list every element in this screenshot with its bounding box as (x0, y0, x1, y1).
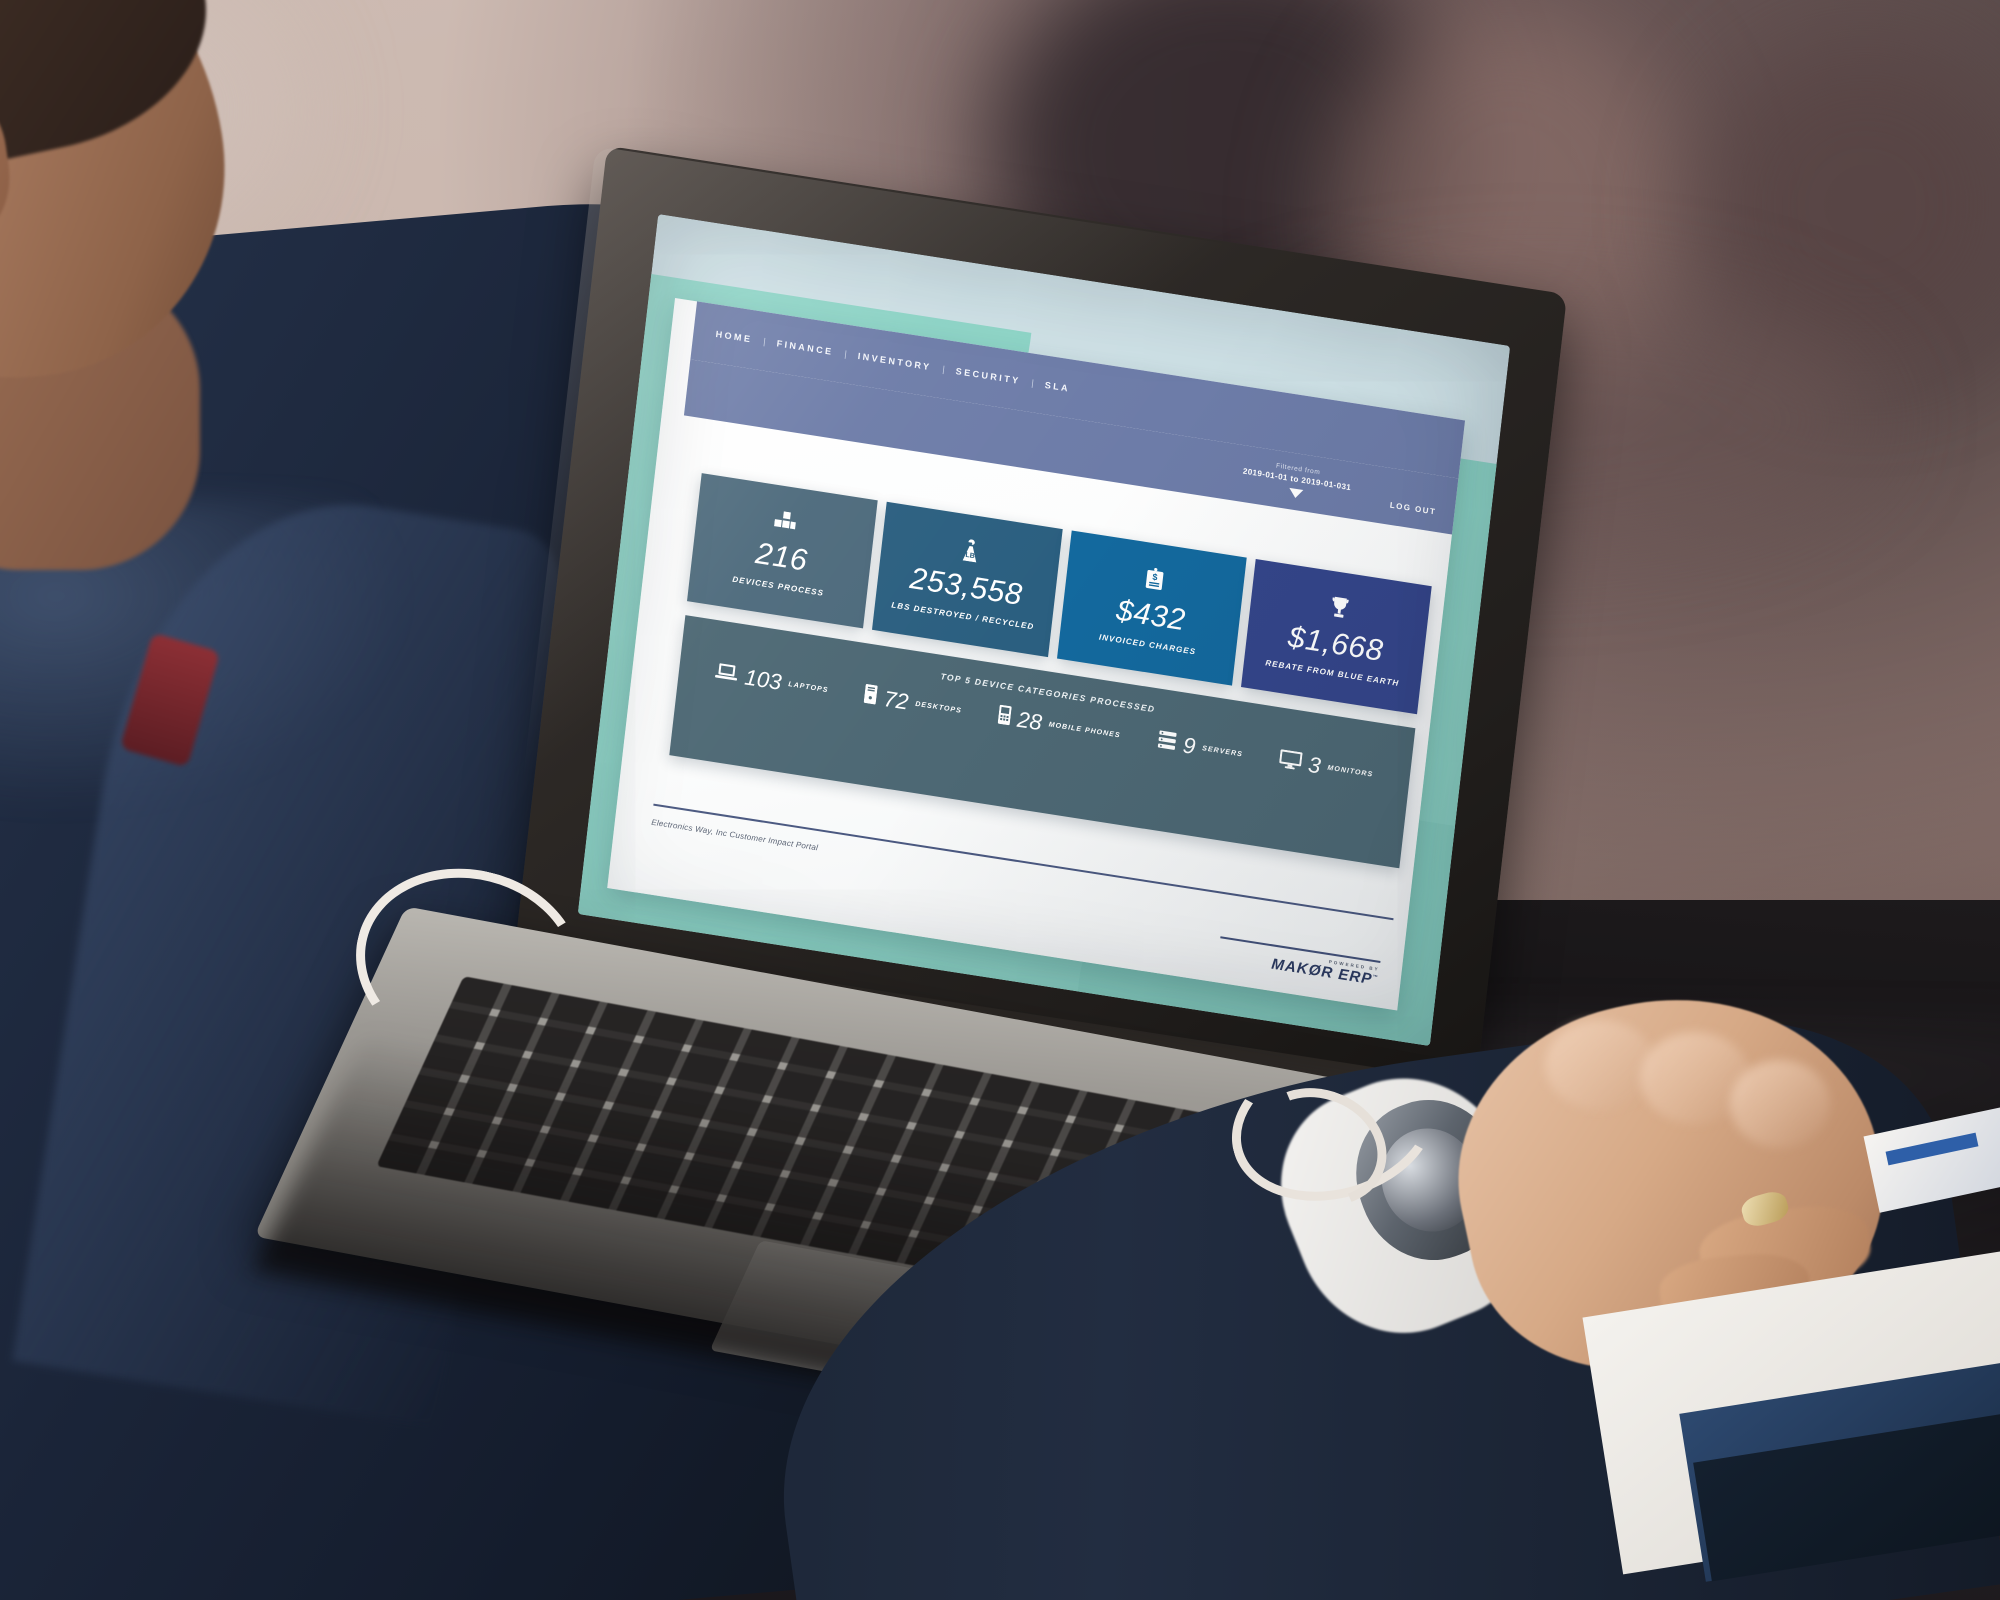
footer-text: Electronics Way, Inc Customer Impact Por… (650, 817, 819, 853)
nav-separator: | (843, 348, 848, 360)
kpi-tile-invoiced-charges[interactable]: $ $432 INVOICED CHARGES (1056, 530, 1247, 686)
category-desktops[interactable]: 72 DESKTOPS (863, 684, 963, 723)
logout-button[interactable]: LOG OUT (1389, 500, 1436, 519)
screenshot-scene: HOME | FINANCE | INVENTORY | SECURITY | … (0, 0, 2000, 1600)
category-laptops[interactable]: 103 LAPTOPS (714, 662, 829, 701)
kpi-tile-devices-processed[interactable]: 216 DEVICES PROCESS (687, 473, 878, 629)
category-servers[interactable]: 9 SERVERS (1156, 729, 1244, 766)
knuckle (1730, 1060, 1830, 1148)
dashboard-page: HOME | FINANCE | INVENTORY | SECURITY | … (607, 298, 1466, 1011)
brand-block: POWERED BY MAKØR ERP™ (1217, 936, 1381, 989)
nav-separator: | (1030, 377, 1035, 389)
trademark-icon: ™ (1372, 974, 1379, 982)
kpi-tile-rebate[interactable]: $1,668 REBATE FROM BLUE EARTH (1241, 559, 1432, 715)
date-filter[interactable]: Filtered from 2019-01-01 to 2019-01-031 (1241, 458, 1353, 507)
category-count: 103 (743, 664, 783, 695)
monitor-icon (1278, 748, 1303, 775)
nav-separator: | (762, 336, 767, 347)
kpi-label: DEVICES PROCESS (731, 574, 825, 598)
category-count: 28 (1015, 706, 1044, 736)
trophy-icon (1328, 595, 1351, 625)
category-name: MOBILE PHONES (1048, 720, 1121, 739)
category-name: MONITORS (1327, 764, 1374, 779)
category-mobile-phones[interactable]: 28 MOBILE PHONES (997, 704, 1122, 748)
nav-separator: | (941, 363, 946, 375)
nav-item-sla[interactable]: SLA (1044, 380, 1070, 394)
boxes-icon (773, 510, 798, 538)
mobile-phone-icon (997, 704, 1012, 731)
server-stack-icon (1156, 729, 1178, 756)
kpi-value: $1,668 (1286, 619, 1385, 668)
weight-lb-icon: LB (959, 537, 982, 567)
category-count: 3 (1306, 751, 1323, 779)
category-count: 9 (1181, 732, 1197, 760)
svg-text:LB: LB (965, 551, 975, 559)
category-name: DESKTOPS (914, 700, 963, 715)
category-name: SERVERS (1201, 744, 1244, 758)
desktop-tower-icon (863, 684, 879, 710)
laptop-icon (714, 662, 739, 687)
kpi-value: 216 (753, 536, 810, 578)
laptop-screen: HOME | FINANCE | INVENTORY | SECURITY | … (577, 213, 1511, 1047)
category-name: LAPTOPS (788, 680, 829, 694)
nav-item-security[interactable]: SECURITY (955, 366, 1021, 386)
browser-viewport: HOME | FINANCE | INVENTORY | SECURITY | … (577, 213, 1511, 1047)
knuckle (1545, 1020, 1655, 1110)
kpi-value: $432 (1114, 593, 1188, 637)
price-tag-icon: $ (1144, 566, 1165, 596)
nav-item-home[interactable]: HOME (715, 329, 753, 345)
category-count: 72 (882, 685, 910, 715)
caret-down-icon[interactable] (1287, 487, 1303, 499)
nav-item-inventory[interactable]: INVENTORY (857, 351, 932, 372)
kpi-tile-lbs-destroyed[interactable]: LB 253,558 LBS DESTROYED / RECYCLED (871, 501, 1063, 658)
category-monitors[interactable]: 3 MONITORS (1278, 748, 1375, 787)
kpi-value: 253,558 (908, 561, 1025, 612)
nav-item-finance[interactable]: FINANCE (776, 338, 834, 357)
